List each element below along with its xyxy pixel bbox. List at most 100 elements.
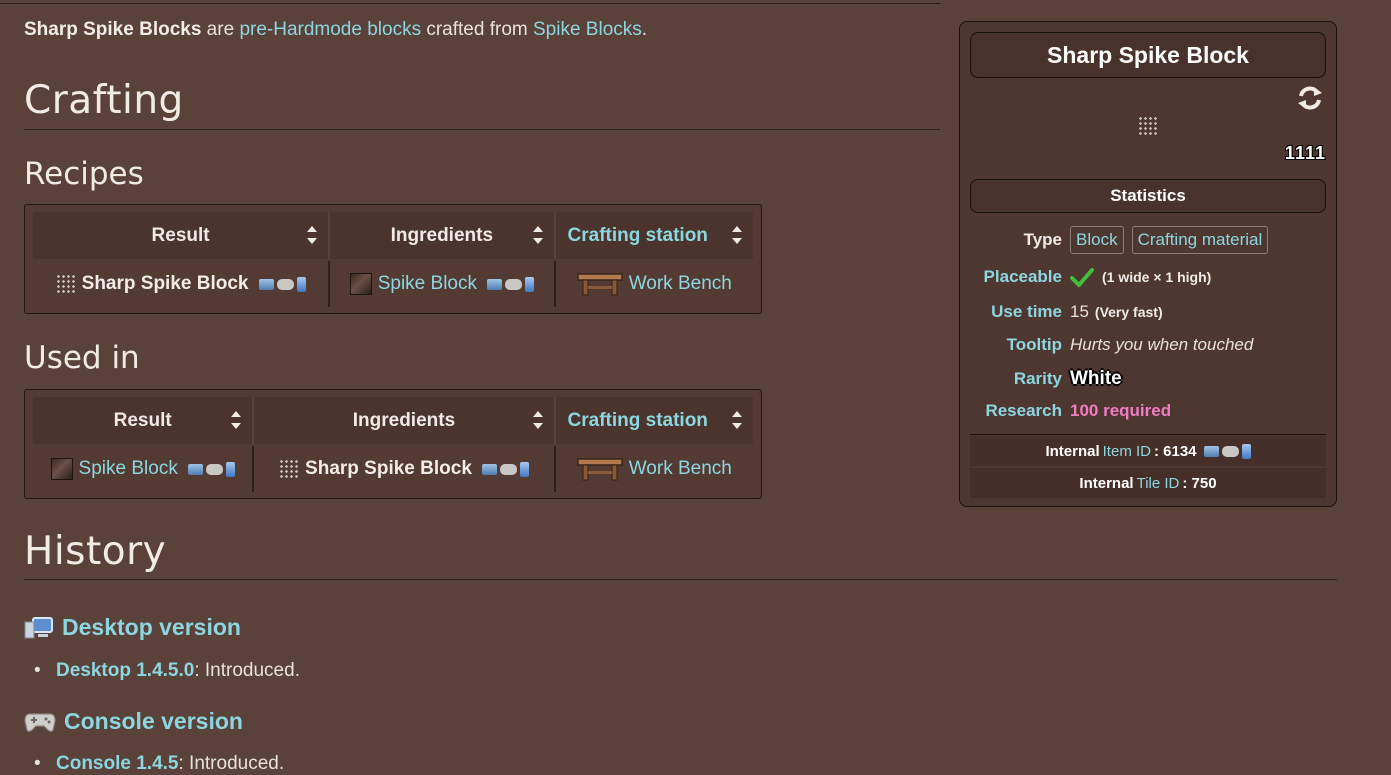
console-icon bbox=[24, 712, 56, 732]
platform-icons bbox=[187, 461, 235, 477]
usedin-header-ingredients[interactable]: Ingredients bbox=[254, 397, 556, 444]
intro-text-1: are bbox=[201, 19, 240, 40]
mobile-icon bbox=[525, 276, 534, 292]
link-tile-id[interactable]: Tile ID bbox=[1137, 475, 1180, 492]
header-label: Ingredients bbox=[390, 224, 494, 246]
heading-recipes: Recipes bbox=[24, 156, 144, 192]
sort-icon[interactable] bbox=[231, 411, 242, 429]
desktop-icon bbox=[481, 463, 497, 475]
heading-history: History bbox=[24, 529, 167, 574]
link-spike-block[interactable]: Spike Block bbox=[79, 458, 178, 480]
refresh-icon[interactable] bbox=[1296, 84, 1324, 112]
usedin-ingredient-cell: Sharp Spike Block bbox=[254, 446, 556, 492]
sort-icon[interactable] bbox=[307, 226, 318, 244]
used-in-table: Result Ingredients Crafting station Spik… bbox=[24, 389, 762, 499]
work-bench-icon bbox=[576, 458, 623, 481]
sharp-spike-block-icon bbox=[279, 459, 300, 479]
link-desktop-1450[interactable]: Desktop 1.4.5.0 bbox=[56, 660, 194, 681]
internal-tile-id: Internal Tile ID: 750 bbox=[970, 468, 1326, 498]
sort-icon[interactable] bbox=[532, 226, 544, 244]
placeable-label[interactable]: Placeable bbox=[970, 267, 1070, 287]
usedin-station-cell: Work Bench bbox=[556, 446, 753, 492]
tag-crafting-material[interactable]: Crafting material bbox=[1131, 226, 1269, 254]
link-work-bench[interactable]: Work Bench bbox=[629, 273, 732, 295]
desktop-icon bbox=[258, 278, 274, 290]
spike-block-icon bbox=[50, 458, 73, 480]
recipes-header-ingredients[interactable]: Ingredients bbox=[330, 212, 556, 259]
crafting-rule bbox=[24, 129, 940, 130]
header-label: Crafting station bbox=[567, 224, 708, 246]
infobox-title: Sharp Spike Block bbox=[970, 32, 1326, 78]
recipes-header-station[interactable]: Crafting station bbox=[555, 212, 753, 259]
recipe-station-cell: Work Bench bbox=[556, 261, 753, 307]
stat-placeable: Placeable (1 wide × 1 high) bbox=[970, 267, 1326, 287]
platform-icons bbox=[487, 276, 534, 292]
sort-icon[interactable] bbox=[532, 411, 544, 429]
recipes-table: Result Ingredients Crafting station Shar… bbox=[24, 204, 762, 314]
rarity-value: White bbox=[1070, 368, 1122, 389]
recipe-result-cell: Sharp Spike Block bbox=[33, 261, 331, 307]
stat-research: Research 100 required bbox=[970, 401, 1326, 421]
console-history-item: Console 1.4.5: Introduced. bbox=[34, 753, 284, 775]
console-icon bbox=[505, 278, 522, 290]
mobile-icon bbox=[225, 461, 235, 477]
platform-icons bbox=[258, 276, 306, 292]
link-item-id[interactable]: Item ID bbox=[1103, 443, 1151, 460]
stat-use-time: Use time 15 (Very fast) bbox=[970, 302, 1326, 322]
link-desktop-version[interactable]: Desktop version bbox=[62, 614, 241, 641]
history-rule bbox=[24, 579, 1337, 580]
header-label: Result bbox=[113, 409, 172, 431]
placeable-size: (1 wide × 1 high) bbox=[1102, 269, 1212, 285]
checkmark-icon bbox=[1070, 268, 1094, 287]
rarity-label[interactable]: Rarity bbox=[970, 369, 1070, 389]
use-time-value: 15 bbox=[1070, 302, 1089, 321]
recipe-result-name: Sharp Spike Block bbox=[81, 273, 249, 294]
recipe-ingredient-cell: Spike Block bbox=[330, 261, 556, 307]
link-work-bench[interactable]: Work Bench bbox=[629, 458, 732, 480]
table-row: Spike Block Sharp Spike Block Work Bench bbox=[33, 446, 753, 492]
heading-used-in: Used in bbox=[24, 340, 140, 376]
recipes-header-result[interactable]: Result bbox=[33, 212, 331, 259]
usedin-header-result[interactable]: Result bbox=[33, 397, 255, 444]
internal-prefix: Internal bbox=[1079, 474, 1134, 492]
type-label: Type bbox=[1023, 230, 1062, 249]
usedin-header-station[interactable]: Crafting station bbox=[555, 397, 753, 444]
link-console-145[interactable]: Console 1.4.5 bbox=[56, 753, 179, 774]
intro-bold: Sharp Spike Blocks bbox=[24, 19, 202, 40]
console-icon bbox=[499, 463, 517, 475]
statistics-header: Statistics bbox=[970, 179, 1326, 213]
link-spike-block[interactable]: Spike Block bbox=[378, 273, 477, 295]
desktop-history-item: Desktop 1.4.5.0: Introduced. bbox=[34, 660, 300, 682]
header-label: Result bbox=[151, 224, 210, 246]
desktop-version-heading: Desktop version bbox=[24, 614, 241, 641]
internal-item-id: Internal Item ID: 6134 bbox=[970, 436, 1326, 466]
sharp-spike-block-sprite-icon bbox=[1138, 116, 1158, 136]
tooltip-label[interactable]: Tooltip bbox=[970, 335, 1070, 355]
header-label: Crafting station bbox=[567, 409, 708, 431]
console-icon bbox=[276, 278, 294, 290]
desktop-icon bbox=[1203, 445, 1219, 457]
desktop-icon bbox=[487, 278, 502, 290]
sort-icon[interactable] bbox=[732, 411, 743, 429]
usedin-result-cell: Spike Block bbox=[33, 446, 255, 492]
use-time-label[interactable]: Use time bbox=[970, 302, 1070, 322]
research-value: 100 required bbox=[1070, 401, 1172, 420]
tile-count: 1111 bbox=[1284, 143, 1326, 163]
link-spike-blocks[interactable]: Spike Blocks bbox=[533, 19, 642, 40]
tag-block[interactable]: Block bbox=[1070, 226, 1124, 254]
research-label[interactable]: Research bbox=[970, 401, 1070, 421]
link-pre-hardmode-blocks[interactable]: pre-Hardmode blocks bbox=[239, 19, 421, 40]
work-bench-icon bbox=[576, 273, 623, 296]
use-time-note: (Very fast) bbox=[1094, 304, 1163, 320]
console-version-heading: Console version bbox=[24, 708, 243, 735]
console-icon bbox=[1221, 445, 1239, 457]
stat-type: Type Block Crafting material bbox=[970, 226, 1326, 254]
platform-icons bbox=[1203, 443, 1251, 459]
heading-crafting: Crafting bbox=[24, 78, 184, 123]
link-console-version[interactable]: Console version bbox=[64, 708, 243, 735]
sharp-spike-block-icon bbox=[55, 274, 76, 294]
sort-icon[interactable] bbox=[731, 226, 743, 244]
infobox: Sharp Spike Block 1111 Statistics Type B… bbox=[959, 21, 1337, 507]
intro-paragraph: Sharp Spike Blocks are pre-Hardmode bloc… bbox=[24, 19, 647, 41]
spike-block-icon bbox=[349, 273, 372, 295]
